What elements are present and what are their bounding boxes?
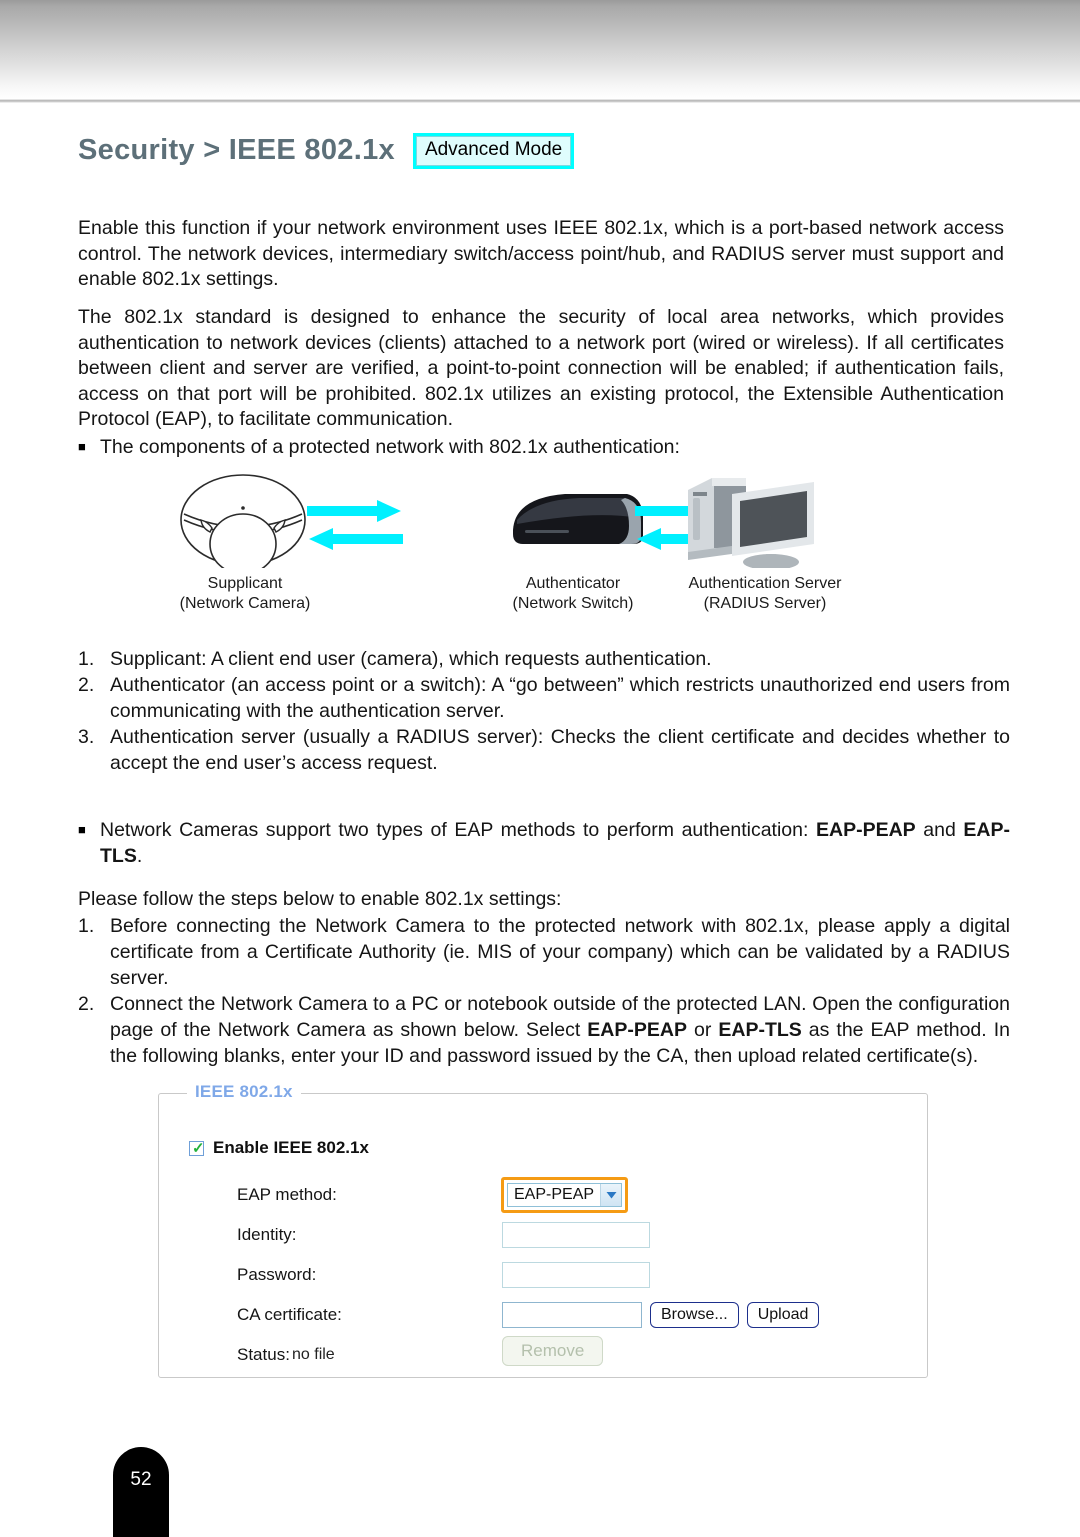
diagram-caption-auth-server-line2: (RADIUS Server)	[703, 595, 827, 612]
list-marker: 2.	[78, 993, 95, 1015]
remove-button-wrapper: Remove	[502, 1336, 604, 1366]
diagram-caption-authenticator-line2: (Network Switch)	[512, 595, 634, 612]
page-number: 52	[130, 1469, 152, 1490]
page-number-tab: 52	[113, 1447, 169, 1537]
chevron-down-icon[interactable]	[600, 1184, 622, 1206]
list-marker: 1.	[78, 915, 95, 937]
list-text: Connect the Network Camera to a PC or no…	[110, 991, 1010, 1069]
eap-method-select[interactable]: EAP-PEAP	[507, 1183, 623, 1207]
bullet-eap-methods-text: Network Cameras support two types of EAP…	[100, 817, 1010, 869]
network-switch-icon	[513, 494, 643, 544]
eap-methods-lead: Network Cameras support two types of EAP…	[100, 819, 816, 841]
diagram-caption-supplicant-line1: Supplicant	[207, 575, 283, 592]
component-definition-list: 1. Supplicant: A client end user (camera…	[78, 646, 1010, 776]
panel-legend: IEEE 802.1x	[187, 1082, 301, 1102]
diagram-caption-authenticator: Authenticator (Network Switch)	[478, 574, 668, 614]
password-input[interactable]	[502, 1262, 650, 1288]
diagram-caption-authenticator-line1: Authenticator	[525, 575, 621, 592]
bidirectional-arrows-icon	[307, 500, 403, 550]
eap-method-label: EAP method:	[237, 1185, 337, 1204]
list-item: 1. Before connecting the Network Camera …	[78, 913, 1010, 991]
document-page: Security > IEEE 802.1x Advanced Mode Ena…	[0, 0, 1080, 1537]
diagram-arrows-supplicant-authenticator	[305, 500, 415, 550]
eap-method-row: EAP method: EAP-PEAP	[237, 1177, 917, 1213]
intro-paragraph-2: The 802.1x standard is designed to enhan…	[78, 306, 1004, 430]
eap-method-highlight: EAP-PEAP	[501, 1177, 629, 1213]
intro-paragraph-1: Enable this function if your network env…	[78, 217, 1004, 290]
steps-lead-in: Please follow the steps below to enable …	[78, 888, 562, 910]
step2-eap-tls-bold: EAP-TLS	[718, 1019, 802, 1041]
identity-label: Identity:	[237, 1225, 297, 1244]
square-bullet-icon	[78, 817, 100, 869]
status-value: no file	[292, 1346, 335, 1363]
eap-method-value: EAP-PEAP	[514, 1186, 595, 1203]
password-row: Password:	[237, 1260, 917, 1290]
upload-button[interactable]: Upload	[746, 1302, 820, 1328]
list-marker: 1.	[78, 648, 95, 670]
list-marker: 2.	[78, 674, 95, 696]
diagram-caption-supplicant-line2: (Network Camera)	[179, 595, 311, 612]
diagram-device-auth-server	[660, 468, 830, 573]
remove-button[interactable]: Remove	[502, 1336, 604, 1366]
bullet-eap-methods: Network Cameras support two types of EAP…	[78, 817, 1010, 869]
authentication-flow-diagram: Supplicant (Network Camera) Authenticato…	[160, 468, 841, 618]
list-text: Authentication server (usually a RADIUS …	[110, 726, 1010, 774]
diagram-device-supplicant	[160, 468, 325, 575]
eap-methods-mid: and	[915, 819, 964, 841]
bullet-components-heading: The components of a protected network wi…	[78, 434, 1010, 460]
status-label: Status:	[237, 1345, 290, 1364]
bullet-components-heading-text: The components of a protected network wi…	[100, 436, 680, 458]
list-item: 3. Authentication server (usually a RADI…	[78, 724, 1010, 776]
list-text: Supplicant: A client end user (camera), …	[110, 648, 712, 670]
eap-methods-end: .	[136, 845, 143, 867]
list-marker: 3.	[78, 726, 95, 748]
identity-row: Identity:	[237, 1220, 917, 1250]
ca-certificate-input[interactable]	[502, 1302, 642, 1328]
list-item: 2. Authenticator (an access point or a s…	[78, 672, 1010, 724]
advanced-mode-badge: Advanced Mode	[412, 133, 575, 169]
ca-certificate-row: CA certificate: Browse... Upload	[237, 1300, 917, 1330]
eap-peap-bold: EAP-PEAP	[816, 819, 916, 841]
diagram-caption-auth-server: Authentication Server (RADIUS Server)	[650, 574, 880, 614]
step2-eap-peap-bold: EAP-PEAP	[587, 1019, 687, 1041]
dome-camera-icon	[179, 474, 306, 575]
server-computer-icon	[688, 478, 814, 570]
diagram-caption-supplicant: Supplicant (Network Camera)	[155, 574, 335, 614]
enable-ieee8021x-label: Enable IEEE 802.1x	[213, 1138, 369, 1157]
step2-part2: or	[686, 1019, 719, 1041]
password-label: Password:	[237, 1265, 317, 1284]
list-item: 2. Connect the Network Camera to a PC or…	[78, 991, 1010, 1069]
enable-ieee8021x-row[interactable]: ✓ Enable IEEE 802.1x	[189, 1138, 369, 1158]
identity-input[interactable]	[502, 1222, 650, 1248]
chevron-down-glyph	[606, 1192, 617, 1199]
steps-list: 1. Before connecting the Network Camera …	[78, 913, 1010, 1069]
advanced-mode-badge-label: Advanced Mode	[415, 136, 572, 166]
list-item: 1. Supplicant: A client end user (camera…	[78, 646, 1010, 672]
page-title-row: Security > IEEE 802.1x Advanced Mode	[78, 133, 575, 169]
list-text: Authenticator (an access point or a swit…	[110, 674, 1010, 722]
check-icon: ✓	[192, 1139, 205, 1157]
list-text: Before connecting the Network Camera to …	[110, 915, 1010, 989]
browse-button[interactable]: Browse...	[650, 1302, 739, 1328]
diagram-caption-auth-server-line1: Authentication Server	[688, 575, 842, 592]
enable-ieee8021x-checkbox[interactable]: ✓	[189, 1139, 205, 1157]
ieee-8021x-config-panel: IEEE 802.1x ✓ Enable IEEE 802.1x EAP met…	[158, 1082, 928, 1378]
page-title: Security > IEEE 802.1x	[78, 134, 395, 167]
ca-certificate-label: CA certificate:	[237, 1305, 342, 1324]
square-bullet-icon	[78, 434, 100, 460]
